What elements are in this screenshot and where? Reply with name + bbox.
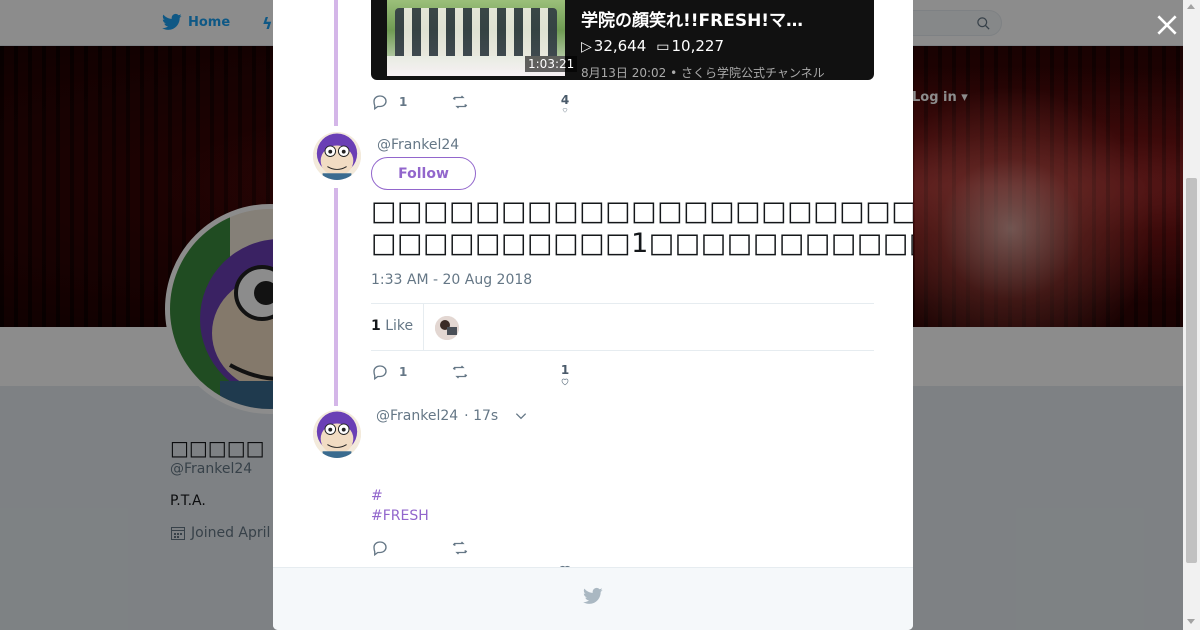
twitter-bird-icon[interactable] bbox=[583, 586, 603, 606]
reply-icon bbox=[373, 95, 387, 111]
reply-count: 1 bbox=[399, 365, 408, 379]
retweet-button[interactable] bbox=[451, 539, 469, 557]
reply-button[interactable]: 1 bbox=[371, 363, 407, 381]
likes-number: 1 bbox=[371, 318, 381, 334]
tweet-avatar[interactable] bbox=[313, 132, 361, 180]
reply-button[interactable] bbox=[371, 539, 389, 557]
stats-divider bbox=[423, 304, 424, 350]
likes-stat[interactable]: 1 Like bbox=[371, 318, 413, 334]
tweet-header: @Frankel24 · 17s bbox=[376, 408, 528, 424]
video-meta: 8月13日 20:02 • さくら学院公式チャンネル bbox=[581, 66, 825, 80]
tweet-actions: 1 4 bbox=[371, 93, 591, 117]
retweet-button[interactable] bbox=[451, 93, 469, 111]
close-icon bbox=[1157, 15, 1177, 35]
liker-avatar[interactable] bbox=[435, 316, 459, 340]
like-button[interactable]: 4 bbox=[557, 93, 573, 113]
video-stats: ▷ 32,644 ▭ 10,227 bbox=[581, 37, 724, 55]
scroll-down-arrow-icon[interactable] bbox=[1187, 619, 1195, 624]
avatar-illustration bbox=[313, 132, 361, 180]
tweet-text-line: □□□□□□□□□□□□□□□□□□□□□ bbox=[371, 196, 913, 227]
retweet-icon bbox=[452, 541, 468, 555]
tweet-author-handle[interactable]: @Frankel24 bbox=[377, 137, 459, 153]
retweet-button[interactable] bbox=[451, 363, 469, 381]
thumbnail-group-photo bbox=[395, 8, 557, 56]
tweet-actions bbox=[371, 539, 591, 578]
tweet-avatar[interactable] bbox=[313, 410, 361, 458]
close-button[interactable] bbox=[1154, 12, 1180, 38]
tweet-text: □□□□□□□□□□□□□□□□□□□□□ □□□□□□□□□□1□□□□□□□… bbox=[371, 196, 913, 260]
tweet-author-handle[interactable]: @Frankel24 bbox=[376, 408, 458, 424]
video-views: 32,644 bbox=[593, 37, 647, 55]
tweet-timestamp[interactable]: 1:33 AM - 20 Aug 2018 bbox=[371, 272, 532, 288]
follow-button[interactable]: Follow bbox=[371, 157, 476, 190]
reply-icon bbox=[373, 541, 387, 557]
thread-connector bbox=[334, 0, 338, 126]
modal-footer bbox=[273, 567, 913, 630]
thread-connector bbox=[334, 188, 338, 406]
page-scrollbar[interactable] bbox=[1183, 0, 1200, 630]
scrollbar-thumb[interactable] bbox=[1186, 178, 1197, 563]
play-icon: ▷ bbox=[581, 39, 592, 55]
retweet-icon bbox=[452, 365, 468, 379]
liker-photo bbox=[435, 316, 459, 340]
video-title[interactable]: 学院の顔笑れ!!FRESH!マ… bbox=[581, 6, 803, 31]
reply-button[interactable]: 1 bbox=[371, 93, 407, 111]
avatar-illustration bbox=[313, 410, 361, 458]
likes-word: Like bbox=[385, 318, 414, 334]
hashtag-link[interactable]: # bbox=[371, 488, 383, 504]
tweet-actions: 1 1 bbox=[371, 363, 591, 387]
scroll-up-arrow-icon[interactable] bbox=[1187, 4, 1195, 9]
video-thumbnail[interactable]: 1:03:21 bbox=[387, 0, 578, 76]
reply-count: 1 bbox=[399, 95, 408, 109]
reply-icon bbox=[373, 365, 387, 381]
tweet-text-line: □□□□□□□□□□1□□□□□□□□□□□□□□□□□□ bbox=[371, 228, 913, 259]
chevron-down-icon[interactable] bbox=[514, 409, 528, 423]
tweet-stats: 1 Like bbox=[371, 303, 874, 351]
like-count: 1 bbox=[560, 363, 570, 377]
tweet-age[interactable]: · 17s bbox=[464, 408, 498, 424]
heart-icon bbox=[561, 378, 569, 386]
like-count: 4 bbox=[560, 93, 570, 107]
hashtag-link[interactable]: #FRESH bbox=[371, 508, 429, 524]
retweet-icon bbox=[452, 95, 468, 109]
video-duration: 1:03:21 bbox=[525, 56, 578, 72]
video-comments: 10,227 bbox=[671, 37, 725, 55]
embedded-video-card[interactable]: 1:03:21 学院の顔笑れ!!FRESH!マ… ▷ 32,644 ▭ 10,227… bbox=[371, 0, 874, 80]
tweet-conversation-modal: 1:03:21 学院の顔笑れ!!FRESH!マ… ▷ 32,644 ▭ 10,227… bbox=[273, 0, 913, 630]
heart-icon bbox=[562, 108, 568, 113]
like-button[interactable]: 1 bbox=[557, 363, 573, 386]
comment-icon: ▭ bbox=[656, 39, 670, 55]
